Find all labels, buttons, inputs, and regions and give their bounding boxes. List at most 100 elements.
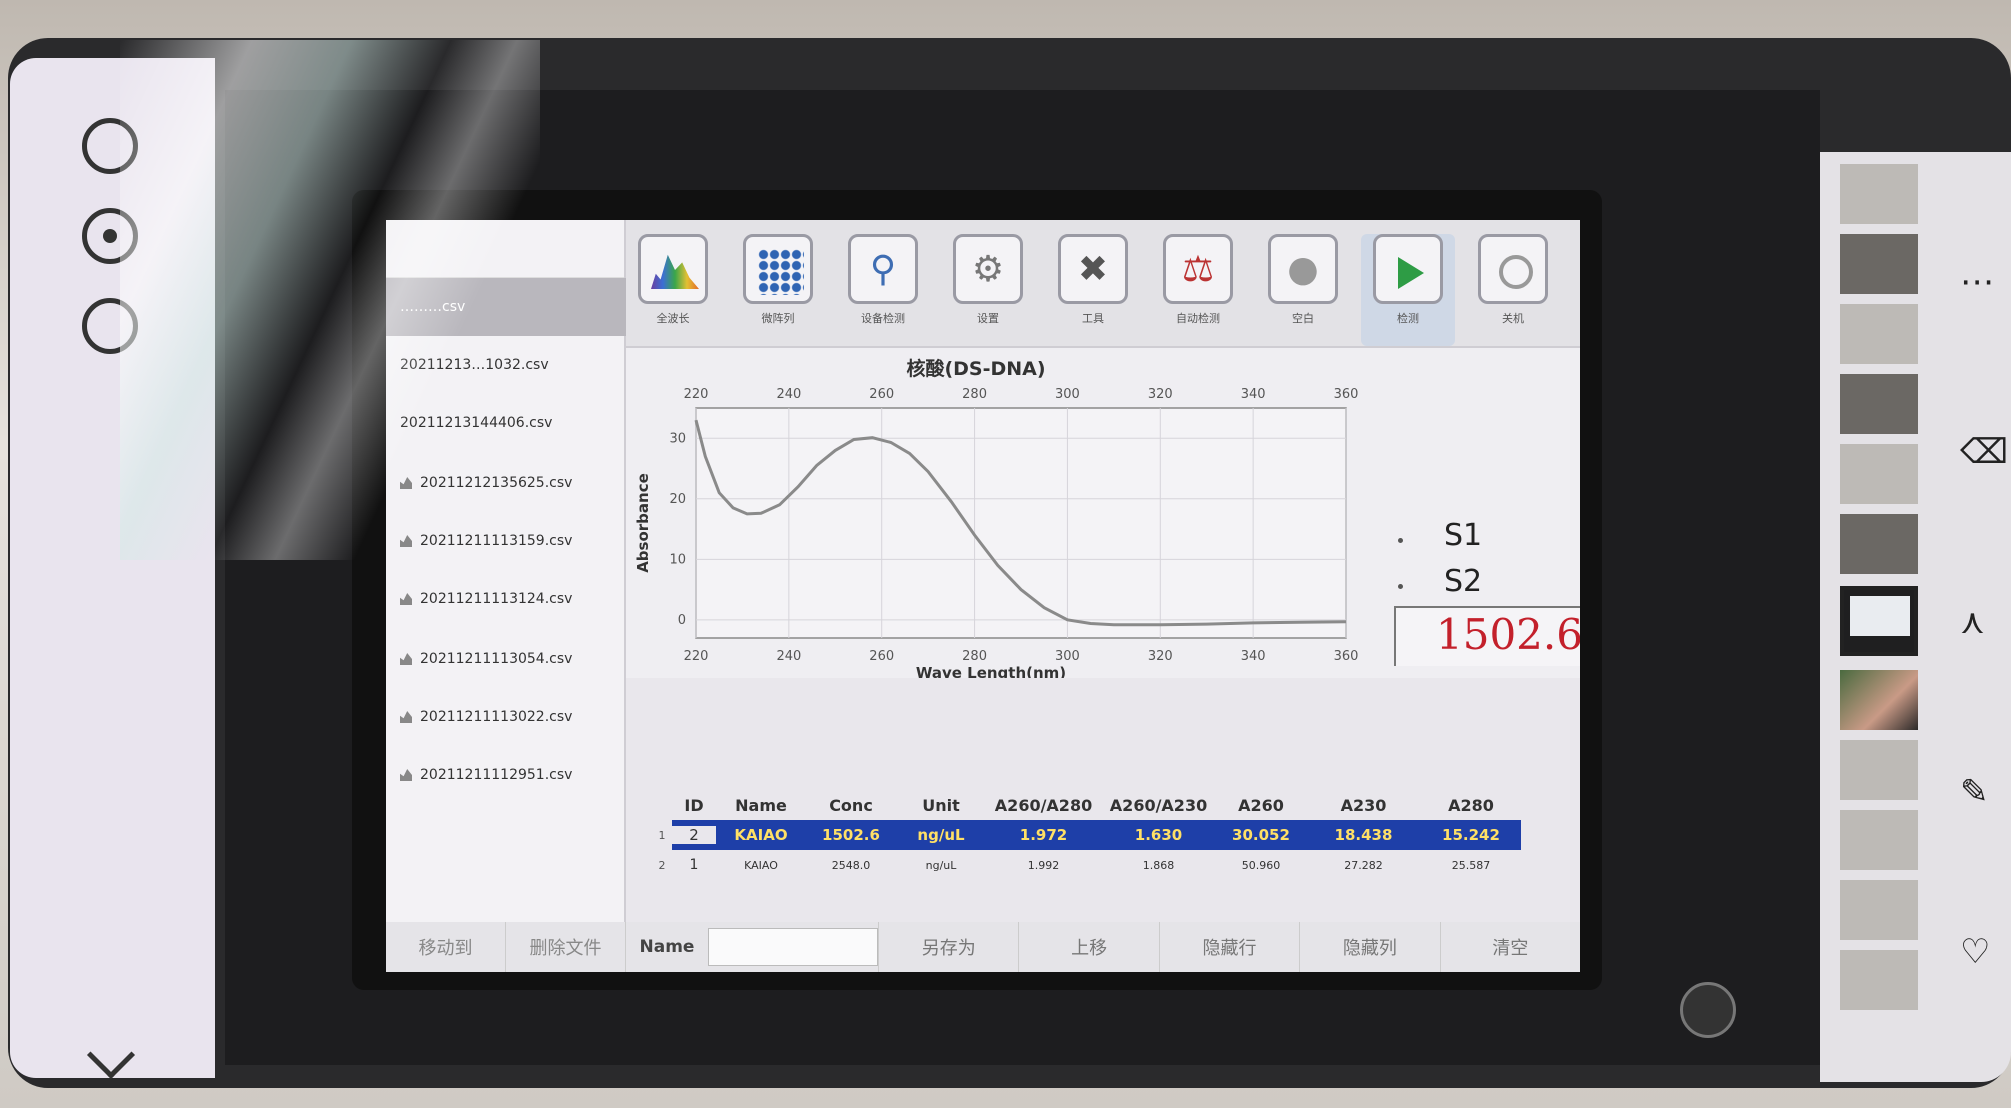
bottom-bar: Name 另存为 上移 隐藏行 隐藏列 清空 [626, 922, 1580, 972]
gallery-thumbnail[interactable] [1840, 374, 1918, 434]
toolbar: 全波长 微阵列 ⚲ 设备检测 ⚙ 设置 ✖ 工具 ⚖ 自动检测 ● 空白 检测 … [626, 220, 1580, 348]
clear-button[interactable]: 清空 [1439, 922, 1580, 972]
settings-button[interactable]: ⚙ 设置 [941, 234, 1035, 346]
x-tick-label-top: 300 [1055, 387, 1080, 402]
x-tick-label-top: 260 [869, 387, 894, 402]
auto-detect-button[interactable]: ⚖ 自动检测 [1151, 234, 1245, 346]
file-item[interactable]: 20211213…1032.csv [386, 336, 626, 394]
table-row[interactable]: 1 2 KAIAO 1502.6 ng/uL 1.972 1.630 30.05… [652, 820, 1542, 850]
col-a260-a230[interactable]: A260/A230 [1101, 796, 1216, 815]
grid-icon [743, 234, 813, 304]
table-header: ID Name Conc Unit A260/A280 A260/A230 A2… [652, 790, 1542, 820]
blank-button[interactable]: ● 空白 [1256, 234, 1350, 346]
file-chart-icon [400, 711, 412, 723]
photo-scene: ………csv 20211213…1032.csv 20211213144406.… [0, 0, 2011, 1108]
move-up-button[interactable]: 上移 [1018, 922, 1158, 972]
y-tick-label: 10 [669, 552, 686, 567]
blank-icon: ● [1268, 234, 1338, 304]
tools-button[interactable]: ✖ 工具 [1046, 234, 1140, 346]
x-tick-label-top: 340 [1241, 387, 1266, 402]
share-icon[interactable]: ⋏ [1960, 602, 1985, 642]
gallery-thumbnail[interactable] [1840, 234, 1918, 294]
eye-icon[interactable] [82, 208, 138, 264]
absorbance-chart: 核酸(DS-DNA) 220 220 240 240 260 260 280 280 300 30… [626, 348, 1580, 678]
file-item[interactable]: 20211211113022.csv [386, 688, 626, 746]
name-label: Name [639, 937, 695, 957]
x-tick-label-top: 360 [1334, 387, 1359, 402]
readout-panel: S1 S2 1502.6 [1386, 508, 1580, 748]
file-chart-icon [400, 653, 412, 665]
gallery-thumbnail[interactable] [1840, 880, 1918, 940]
gallery-thumbnail[interactable] [1840, 670, 1918, 730]
file-item[interactable]: 20211212135625.csv [386, 454, 626, 512]
x-tick-label: 260 [869, 649, 894, 664]
file-item[interactable]: 20211211113054.csv [386, 630, 626, 688]
tools-icon: ✖ [1058, 234, 1128, 304]
x-tick-label: 320 [1148, 649, 1173, 664]
bullet-icon [1398, 538, 1403, 543]
x-tick-label-top: 220 [684, 387, 709, 402]
delete-file-button[interactable]: 删除文件 [506, 922, 626, 972]
edit-icon[interactable]: ✎ [1960, 772, 1989, 812]
x-tick-label: 280 [962, 649, 987, 664]
hide-row-button[interactable]: 隐藏行 [1158, 922, 1299, 972]
camera-right-rail: ⋯ ⌫ ⋏ ✎ ♡ [1820, 152, 2011, 1082]
results-table: ID Name Conc Unit A260/A280 A260/A230 A2… [652, 790, 1542, 880]
tab-full-spectrum[interactable]: 全波长 [626, 234, 720, 346]
x-tick-label-top: 240 [776, 387, 801, 402]
file-item[interactable]: ………csv [386, 278, 626, 336]
concentration-readout: 1502.6 [1394, 606, 1580, 666]
play-icon [1373, 234, 1443, 304]
measure-button[interactable]: 检测 [1361, 234, 1455, 346]
more-icon[interactable]: ⋯ [1960, 262, 1994, 302]
gallery-thumbnail[interactable] [1840, 514, 1918, 574]
gallery-thumbnail[interactable] [1840, 950, 1918, 1010]
gallery-thumbnail[interactable] [1840, 740, 1918, 800]
spectrum-icon [638, 234, 708, 304]
name-input[interactable] [708, 928, 878, 966]
col-a260-a280[interactable]: A260/A280 [986, 796, 1101, 815]
col-conc[interactable]: Conc [806, 796, 896, 815]
y-tick-label: 30 [669, 431, 686, 446]
device-check-button[interactable]: ⚲ 设备检测 [836, 234, 930, 346]
chevron-down-icon[interactable] [86, 1030, 136, 1080]
delete-icon[interactable]: ⌫ [1960, 432, 2008, 472]
rotate-reset-icon[interactable] [82, 298, 138, 354]
favorite-icon[interactable]: ♡ [1960, 932, 1990, 972]
col-id[interactable]: ID [672, 796, 716, 815]
file-list: ………csv 20211213…1032.csv 20211213144406.… [386, 220, 626, 922]
file-item[interactable]: 20211213144406.csv [386, 394, 626, 452]
table-row[interactable]: 2 1 KAIAO 2548.0 ng/uL 1.992 1.868 50.96… [652, 850, 1542, 880]
file-item[interactable]: 20211211113159.csv [386, 512, 626, 570]
col-unit[interactable]: Unit [896, 796, 986, 815]
col-name[interactable]: Name [716, 796, 806, 815]
screenshot-icon[interactable] [1680, 982, 1736, 1038]
camera-left-rail [10, 58, 215, 1080]
gallery-thumbnail[interactable] [1840, 810, 1918, 870]
x-tick-label-top: 320 [1148, 387, 1173, 402]
save-as-button[interactable]: 另存为 [878, 922, 1018, 972]
x-tick-label: 360 [1334, 649, 1359, 664]
rotate-icon[interactable] [82, 118, 138, 174]
tab-microarray[interactable]: 微阵列 [731, 234, 825, 346]
gallery-thumbnail[interactable] [1840, 304, 1918, 364]
power-off-button[interactable]: 关机 [1466, 234, 1560, 346]
move-to-button[interactable]: 移动到 [386, 922, 506, 972]
y-tick-label: 20 [669, 492, 686, 507]
col-a260[interactable]: A260 [1216, 796, 1306, 815]
file-item[interactable]: 20211211112951.csv [386, 746, 626, 804]
col-a280[interactable]: A280 [1421, 796, 1521, 815]
file-filter-dropdown[interactable] [386, 220, 624, 278]
y-axis-label: Absorbance [634, 473, 652, 573]
file-item[interactable]: 20211211113124.csv [386, 570, 626, 628]
gallery-thumbnail[interactable] [1840, 444, 1918, 504]
x-axis-label: Wave Length(nm) [916, 664, 1066, 678]
x-tick-label: 220 [684, 649, 709, 664]
file-list-footer: 移动到 删除文件 [386, 922, 626, 972]
search-icon: ⚲ [848, 234, 918, 304]
x-tick-label: 240 [776, 649, 801, 664]
gallery-thumbnail-selected[interactable] [1840, 586, 1918, 656]
hide-column-button[interactable]: 隐藏列 [1299, 922, 1439, 972]
col-a230[interactable]: A230 [1306, 796, 1421, 815]
gallery-thumbnail[interactable] [1840, 164, 1918, 224]
